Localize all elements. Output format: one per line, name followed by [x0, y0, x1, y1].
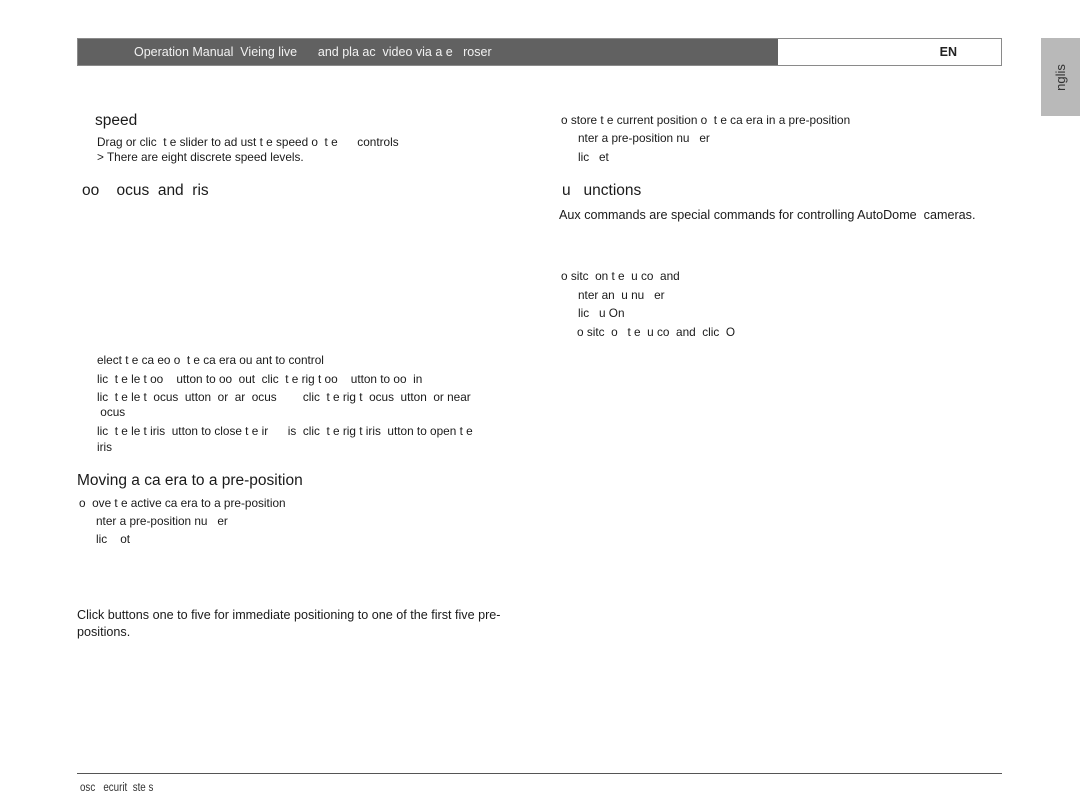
footer-company: osc ecurit ste s — [80, 782, 154, 794]
store-step-2: lic et — [578, 150, 609, 164]
language-side-tab-label: nglis — [1053, 63, 1068, 91]
zoom-focus-iris-heading: oo ocus and ris — [82, 182, 209, 199]
preposition-step-1: nter a pre-position nu er — [96, 514, 228, 528]
aux-step-2: lic u On — [578, 306, 625, 320]
iris-step-line-2: iris — [97, 440, 113, 454]
aux-functions-heading: u unctions — [562, 182, 642, 199]
store-intro: o store t e current position o t e ca er… — [561, 113, 851, 127]
preposition-step-2: lic ot — [96, 532, 131, 546]
aux-step-3: o sitc o t e u co and clic O — [577, 325, 736, 339]
zoom-step-2: lic t e le t oo utton to oo out clic t e… — [97, 372, 423, 386]
language-side-tab: nglis — [1041, 38, 1080, 116]
focus-step-line-1: lic t e le t ocus utton or ar ocus clic … — [97, 390, 471, 404]
aux-intro: o sitc on t e u co and — [561, 269, 680, 283]
aux-step-1: nter an u nu er — [578, 288, 665, 302]
footer-divider — [77, 773, 1002, 774]
speed-line-2: > There are eight discrete speed levels. — [97, 150, 304, 164]
aux-description: Aux commands are special commands for co… — [559, 208, 976, 222]
header-title: Operation Manual Vieing live and pla ac … — [78, 39, 778, 65]
iris-step-line-1: lic t e le t iris utton to close t e ir … — [97, 424, 473, 438]
speed-line-1: Drag or clic t e slider to ad ust t e sp… — [97, 135, 399, 149]
preposition-note-line-2: positions. — [77, 625, 131, 639]
preposition-note-line-1: Click buttons one to five for immediate … — [77, 608, 501, 622]
preposition-heading: Moving a ca era to a pre-position — [77, 472, 303, 489]
store-step-1: nter a pre-position nu er — [578, 131, 710, 145]
focus-step-line-2: ocus — [97, 405, 126, 419]
page-header: Operation Manual Vieing live and pla ac … — [77, 38, 1002, 66]
speed-heading: speed — [95, 112, 138, 129]
preposition-intro: o ove t e active ca era to a pre-positio… — [79, 496, 286, 510]
zoom-step-1: elect t e ca eo o t e ca era ou ant to c… — [97, 353, 324, 367]
language-code: EN — [939, 45, 957, 59]
